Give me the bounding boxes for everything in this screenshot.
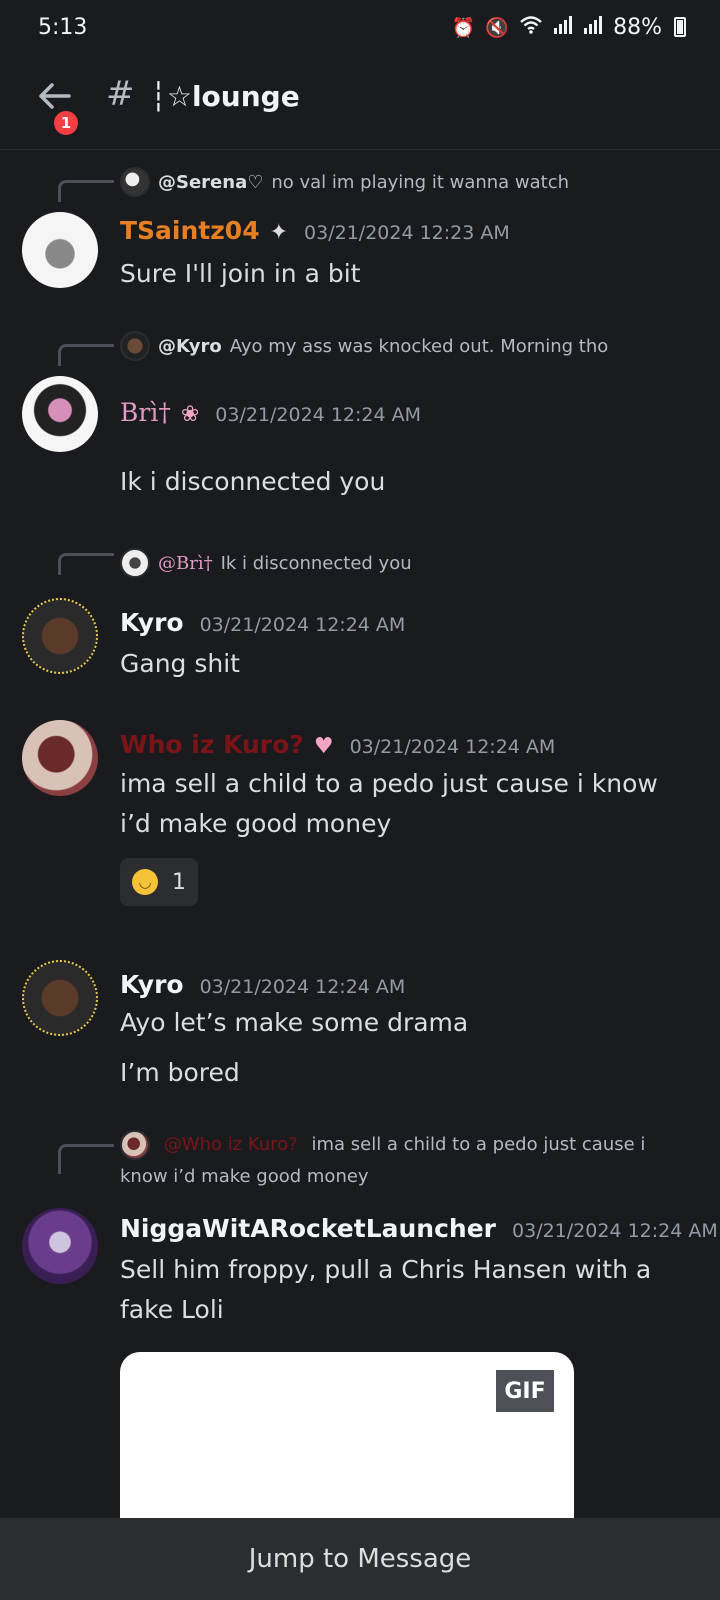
smirk-emoji-icon: ◡ xyxy=(132,869,158,895)
hash-icon: # xyxy=(106,74,135,114)
author-name[interactable]: TSaintz04 xyxy=(120,216,260,245)
author-name[interactable]: Kyro xyxy=(120,970,184,999)
author-name[interactable]: Brì† xyxy=(120,398,171,427)
channel-header: 1 # ┆☆lounge xyxy=(0,54,720,150)
role-icon: ❀ xyxy=(180,402,200,427)
signal-icon xyxy=(583,15,603,39)
gif-badge: GIF xyxy=(496,1370,554,1412)
reply-preview[interactable]: @Kyro Ayo my ass was knocked out. Mornin… xyxy=(120,331,608,361)
timestamp: 03/21/2024 12:24 AM xyxy=(512,1220,718,1242)
role-icon: ♥ xyxy=(313,734,334,759)
timestamp: 03/21/2024 12:24 AM xyxy=(199,976,406,998)
jump-to-message-button[interactable]: Jump to Message xyxy=(0,1518,720,1600)
reply-connector xyxy=(58,344,114,366)
reply-username: @Kyro xyxy=(158,335,222,357)
message-text: Gang shit xyxy=(120,649,240,678)
status-bar: 5:13 ⏰ 🔇 88% xyxy=(0,0,720,54)
message-text: Ayo let’s make some drama xyxy=(120,1008,469,1037)
mute-icon: 🔇 xyxy=(485,16,510,39)
timestamp: 03/21/2024 12:23 AM xyxy=(304,222,510,244)
message-text: Sell him froppy, pull a Chris Hansen wit… xyxy=(120,1255,652,1324)
message-header: Kyro 03/21/2024 12:24 AM xyxy=(120,970,405,999)
timestamp: 03/21/2024 12:24 AM xyxy=(215,404,421,426)
signal-icon xyxy=(553,15,573,39)
unread-badge: 1 xyxy=(51,108,81,138)
reply-text: Ik i disconnected you xyxy=(220,552,412,574)
reply-preview[interactable]: @Serena♡ no val im playing it wanna watc… xyxy=(120,167,569,197)
battery-percent: 88% xyxy=(613,14,662,40)
wifi-icon xyxy=(519,15,543,39)
timestamp: 03/21/2024 12:24 AM xyxy=(349,736,556,758)
timestamp: 03/21/2024 12:24 AM xyxy=(199,614,406,636)
avatar[interactable] xyxy=(22,720,98,796)
message-text: I’m bored xyxy=(120,1058,240,1087)
reply-preview[interactable]: @Who iz Kuro? ima sell a child to a pedo… xyxy=(120,1129,680,1193)
avatar xyxy=(120,548,150,578)
alarm-icon: ⏰ xyxy=(451,16,476,39)
reply-username: @Brì† xyxy=(158,552,213,574)
message-text: ima sell a child to a pedo just cause i … xyxy=(120,769,658,838)
role-icon: ✦ xyxy=(269,220,289,245)
avatar[interactable] xyxy=(22,960,98,1036)
status-icons: ⏰ 🔇 88% xyxy=(452,15,686,40)
reply-text: Ayo my ass was knocked out. Morning tho xyxy=(229,335,609,357)
reply-username: @Who iz Kuro? xyxy=(163,1134,298,1155)
author-name[interactable]: Kyro xyxy=(120,608,184,637)
message-text: Sure I'll join in a bit xyxy=(120,259,361,288)
message-header: Who iz Kuro? ♥ 03/21/2024 12:24 AM xyxy=(120,730,555,759)
reply-text: no val im playing it wanna watch xyxy=(271,171,570,193)
channel-title[interactable]: ┆☆lounge xyxy=(150,80,300,113)
reaction-count: 1 xyxy=(172,869,186,895)
reply-preview[interactable]: @Brì† Ik i disconnected you xyxy=(120,548,412,578)
reaction-button[interactable]: ◡ 1 xyxy=(120,858,198,906)
message-header: NiggaWitARocketLauncher 03/21/2024 12:24… xyxy=(120,1214,718,1243)
avatar xyxy=(120,1130,150,1160)
battery-icon xyxy=(674,17,686,37)
message-header: Brì† ❀ 03/21/2024 12:24 AM xyxy=(120,398,421,427)
avatar xyxy=(120,331,150,361)
reply-connector xyxy=(58,1144,114,1174)
message-header: TSaintz04 ✦ 03/21/2024 12:23 AM xyxy=(120,216,510,245)
message-text: Ik i disconnected you xyxy=(120,467,386,496)
reply-username: @Serena♡ xyxy=(158,171,264,193)
jump-label: Jump to Message xyxy=(248,1544,472,1574)
reply-connector xyxy=(58,553,114,575)
author-name[interactable]: NiggaWitARocketLauncher xyxy=(120,1214,496,1243)
avatar xyxy=(120,167,150,197)
reply-connector xyxy=(58,180,114,202)
avatar[interactable] xyxy=(22,1208,98,1284)
avatar[interactable] xyxy=(22,212,98,288)
author-name[interactable]: Who iz Kuro? xyxy=(120,730,304,759)
avatar[interactable] xyxy=(22,376,98,452)
avatar[interactable] xyxy=(22,598,98,674)
status-time: 5:13 xyxy=(38,14,88,40)
message-header: Kyro 03/21/2024 12:24 AM xyxy=(120,608,405,637)
